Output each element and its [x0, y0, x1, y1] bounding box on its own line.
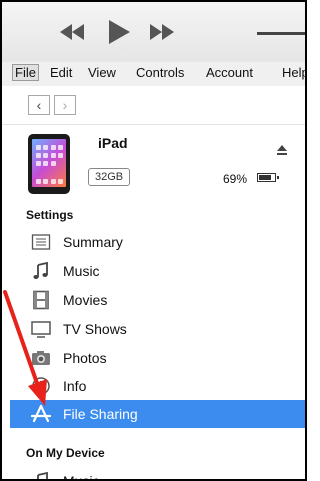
summary-icon [31, 234, 51, 250]
sidebar-item-movies[interactable]: Movies [10, 286, 305, 314]
menu-view[interactable]: View [88, 65, 116, 80]
menu-edit[interactable]: Edit [50, 65, 72, 80]
device-header[interactable]: iPad 32GB 69% [2, 124, 305, 202]
play-icon[interactable] [107, 19, 131, 45]
menu-controls[interactable]: Controls [136, 65, 184, 80]
ipad-icon [28, 134, 70, 194]
sidebar-item-file-sharing[interactable]: File Sharing [10, 400, 305, 428]
fast-forward-icon[interactable] [148, 22, 176, 42]
camera-icon [32, 351, 50, 365]
sidebar-item-photos[interactable]: Photos [10, 344, 305, 372]
sidebar-item-info[interactable]: Info [10, 372, 305, 400]
sidebar-item-tv-shows[interactable]: TV Shows [10, 315, 305, 343]
tv-icon [31, 321, 51, 338]
forward-button[interactable]: › [54, 95, 76, 115]
sidebar-item-summary[interactable]: Summary [10, 228, 305, 256]
sidebar-item-label: File Sharing [63, 406, 138, 422]
device-name: iPad [98, 135, 128, 151]
app-store-icon [31, 404, 51, 423]
rewind-icon[interactable] [58, 22, 86, 42]
sidebar-item-music[interactable]: Music [10, 257, 305, 285]
sidebar-item-label: Movies [63, 292, 108, 308]
music-note-icon [37, 471, 48, 479]
sidebar-item-label: Music [63, 473, 100, 481]
info-icon [32, 377, 50, 395]
menu-file[interactable]: File [12, 64, 39, 81]
menu-help[interactable]: Help [282, 65, 305, 80]
player-controls [2, 2, 305, 63]
battery-icon [257, 173, 279, 182]
chevron-left-icon: ‹ [36, 97, 42, 113]
back-button[interactable]: ‹ [28, 95, 50, 115]
menu-bar: File Edit View Controls Account Help [2, 62, 305, 87]
itunes-window: File Edit View Controls Account Help ‹ ›… [0, 0, 307, 481]
eject-icon[interactable] [276, 144, 288, 156]
on-my-device-heading: On My Device [26, 446, 105, 460]
menu-account[interactable]: Account [206, 65, 253, 80]
capacity-badge: 32GB [88, 168, 131, 186]
sidebar-item-label: Summary [63, 234, 123, 250]
settings-heading: Settings [26, 208, 74, 222]
sidebar-item-label: Music [63, 263, 100, 279]
navigation-row: ‹ › [2, 86, 305, 125]
battery-percent: 69% [223, 172, 248, 186]
volume-slider[interactable] [257, 32, 305, 35]
film-icon [33, 290, 49, 310]
sidebar-item-device-music[interactable]: Music [10, 467, 305, 481]
chevron-right-icon: › [62, 97, 68, 113]
sidebar-item-label: Info [63, 378, 87, 394]
music-note-icon [33, 261, 48, 279]
sidebar-item-label: Photos [63, 350, 107, 366]
sidebar-item-label: TV Shows [63, 321, 127, 337]
